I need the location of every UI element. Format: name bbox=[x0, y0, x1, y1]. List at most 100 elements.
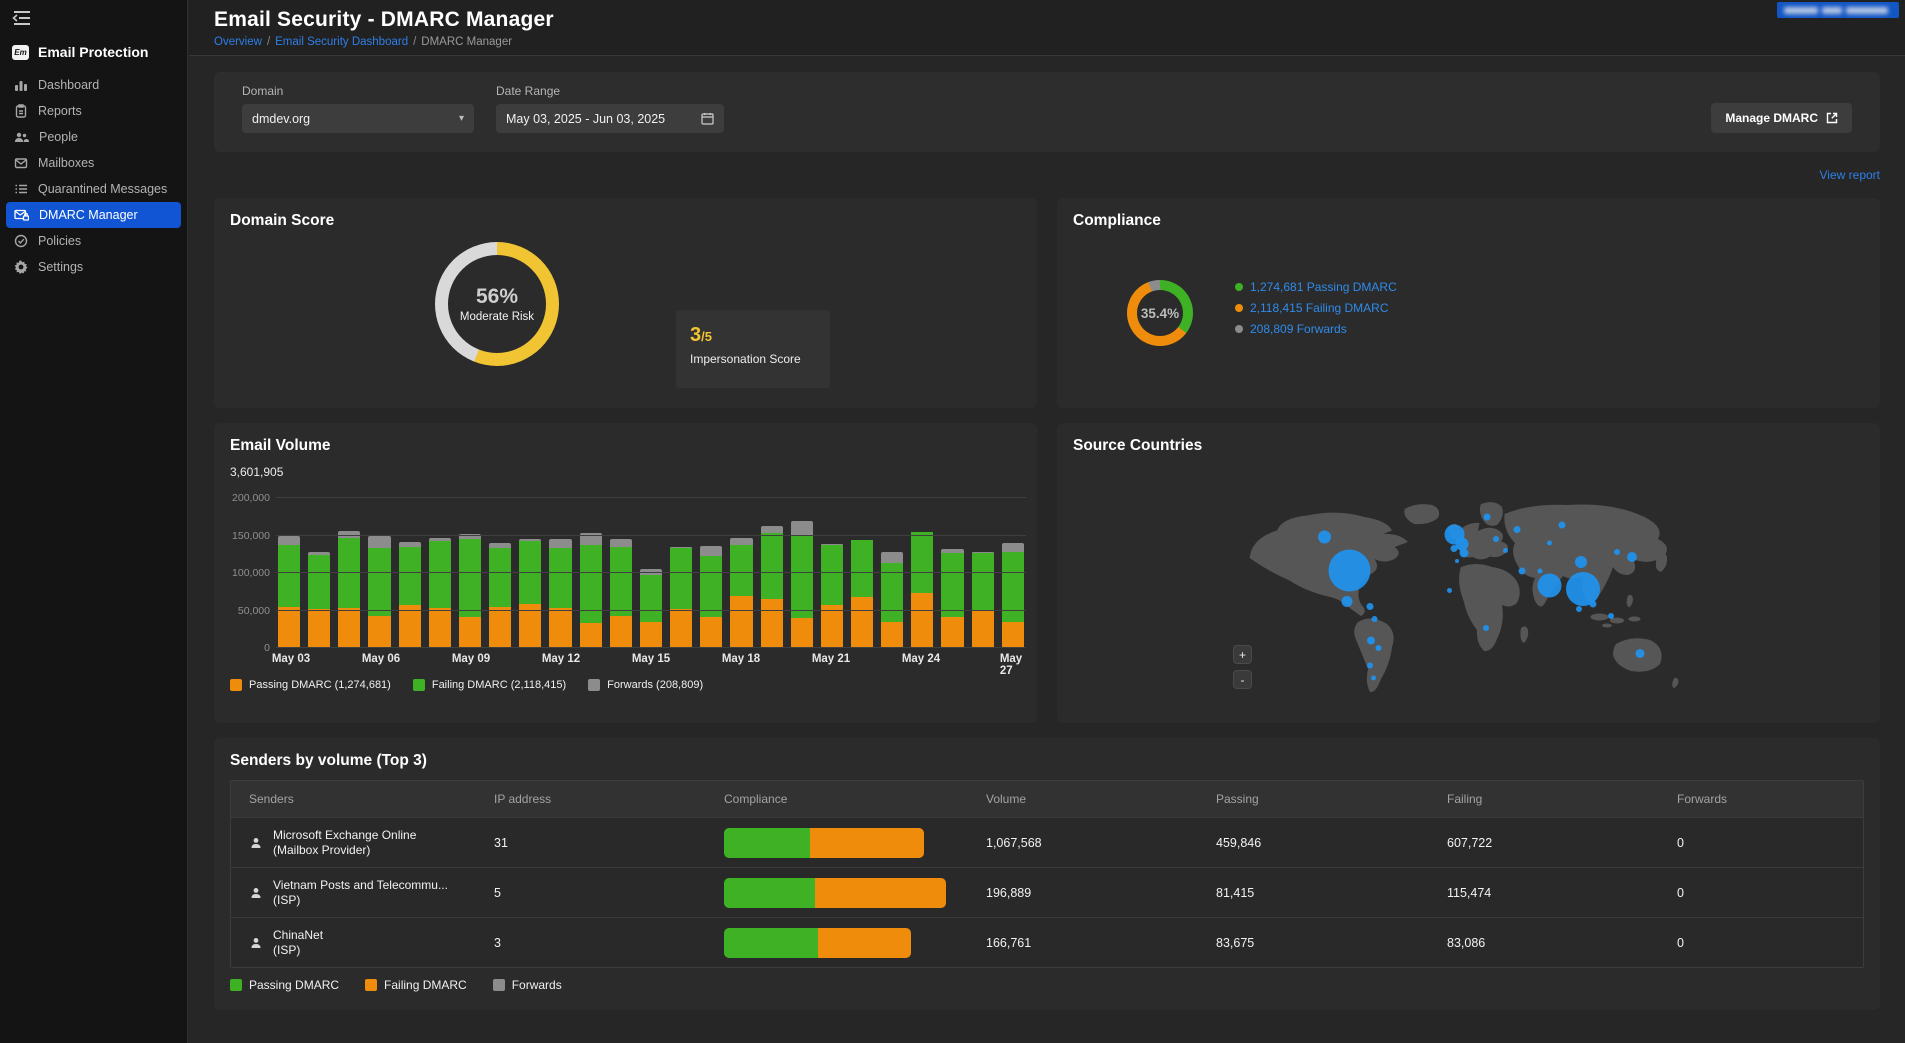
volume-bar[interactable] bbox=[640, 569, 662, 649]
volume-bar[interactable] bbox=[670, 547, 692, 648]
legend-item-forwards[interactable]: 208,809 Forwards bbox=[1235, 322, 1397, 336]
failing-dot-icon bbox=[1235, 304, 1243, 312]
sidebar-item-people[interactable]: People bbox=[6, 124, 181, 150]
volume-bar[interactable] bbox=[761, 526, 783, 648]
country-volume-bubble[interactable] bbox=[1514, 526, 1521, 533]
volume-bar[interactable] bbox=[610, 539, 632, 649]
country-volume-bubble[interactable] bbox=[1538, 574, 1562, 598]
email-volume-total: 3,601,905 bbox=[230, 465, 283, 479]
volume-bar[interactable] bbox=[338, 531, 360, 648]
country-volume-bubble[interactable] bbox=[1614, 549, 1620, 555]
compliance-bar bbox=[724, 828, 924, 858]
volume-bar[interactable] bbox=[700, 546, 722, 648]
map-zoom-out-button[interactable]: - bbox=[1233, 670, 1252, 689]
volume-bar[interactable] bbox=[730, 538, 752, 648]
country-volume-bubble[interactable] bbox=[1519, 568, 1526, 575]
volume-bar[interactable] bbox=[911, 532, 933, 648]
compliance-title: Compliance bbox=[1073, 212, 1161, 230]
volume-bar[interactable] bbox=[580, 533, 602, 649]
sidebar-item-mailboxes[interactable]: Mailboxes bbox=[6, 150, 181, 176]
volume-bar[interactable] bbox=[278, 536, 300, 648]
world-map[interactable] bbox=[1222, 483, 1712, 708]
volume-bar[interactable] bbox=[549, 539, 571, 649]
breadcrumb-email-security-dashboard[interactable]: Email Security Dashboard bbox=[275, 36, 408, 48]
volume-bar[interactable] bbox=[489, 543, 511, 648]
country-volume-bubble[interactable] bbox=[1455, 559, 1459, 563]
account-badge[interactable] bbox=[1777, 2, 1899, 18]
domain-select[interactable]: dmdev.org ▾ bbox=[242, 104, 474, 133]
senders-legend: Passing DMARC Failing DMARC Forwards bbox=[230, 978, 562, 992]
sidebar-item-settings[interactable]: Settings bbox=[6, 254, 181, 280]
view-report-link[interactable]: View report bbox=[1820, 168, 1880, 182]
country-volume-bubble[interactable] bbox=[1559, 522, 1566, 529]
col-volume: Volume bbox=[986, 792, 1216, 806]
page-header: Email Security - DMARC Manager Overview/… bbox=[189, 0, 1905, 56]
table-row[interactable]: ChinaNet (ISP) 3 166,761 83,675 83,086 0 bbox=[231, 917, 1863, 967]
country-volume-bubble[interactable] bbox=[1575, 556, 1587, 568]
mailboxes-icon bbox=[14, 156, 28, 170]
volume-bar[interactable] bbox=[881, 552, 903, 648]
senders-table: Senders IP address Compliance Volume Pas… bbox=[230, 780, 1864, 968]
sidebar-item-dmarc-manager[interactable]: DMARC Manager bbox=[6, 202, 181, 228]
volume-bar[interactable] bbox=[821, 544, 843, 648]
volume-bar[interactable] bbox=[368, 536, 390, 648]
legend-item-forwards: Forwards bbox=[493, 978, 562, 992]
legend-item-failing: Failing DMARC bbox=[365, 978, 467, 992]
sender-ip: 31 bbox=[494, 836, 724, 850]
volume-bar[interactable] bbox=[941, 549, 963, 648]
legend-item-failing[interactable]: 2,118,415 Failing DMARC bbox=[1235, 301, 1397, 315]
volume-bar[interactable] bbox=[791, 521, 813, 648]
sidebar-item-reports[interactable]: Reports bbox=[6, 98, 181, 124]
domain-score-donut-chart: 56% Moderate Risk bbox=[435, 242, 559, 366]
volume-bar[interactable] bbox=[429, 538, 451, 648]
country-volume-bubble[interactable] bbox=[1503, 548, 1508, 553]
country-volume-bubble[interactable] bbox=[1372, 616, 1378, 622]
volume-bar[interactable] bbox=[972, 552, 994, 648]
map-zoom-in-button[interactable]: + bbox=[1233, 645, 1252, 664]
country-volume-bubble[interactable] bbox=[1451, 545, 1458, 552]
country-volume-bubble[interactable] bbox=[1483, 625, 1489, 631]
volume-bar[interactable] bbox=[851, 540, 873, 648]
manage-dmarc-button[interactable]: Manage DMARC bbox=[1711, 103, 1852, 133]
table-row[interactable]: Vietnam Posts and Telecommu... (ISP) 5 1… bbox=[231, 867, 1863, 917]
compliance-card: Compliance 35.4% 1,274,681 Passing DMARC… bbox=[1057, 198, 1880, 408]
date-range-input[interactable]: May 03, 2025 - Jun 03, 2025 bbox=[496, 104, 724, 133]
legend-item-passing[interactable]: 1,274,681 Passing DMARC bbox=[1235, 280, 1397, 294]
country-volume-bubble[interactable] bbox=[1371, 676, 1376, 681]
x-axis-label: May 27 bbox=[1000, 653, 1022, 677]
forwards-dot-icon bbox=[1235, 325, 1243, 333]
country-volume-bubble[interactable] bbox=[1342, 596, 1353, 607]
country-volume-bubble[interactable] bbox=[1493, 536, 1499, 542]
sidebar-item-quarantined-messages[interactable]: Quarantined Messages bbox=[6, 176, 181, 202]
breadcrumb-overview[interactable]: Overview bbox=[214, 36, 262, 48]
collapse-sidebar-icon[interactable] bbox=[12, 10, 34, 28]
country-volume-bubble[interactable] bbox=[1367, 637, 1375, 645]
country-volume-bubble[interactable] bbox=[1367, 603, 1374, 610]
volume-bar[interactable] bbox=[519, 539, 541, 649]
country-volume-bubble[interactable] bbox=[1636, 649, 1645, 658]
volume-bar[interactable] bbox=[1002, 543, 1024, 648]
impersonation-score-box: 3/5 Impersonation Score bbox=[676, 310, 830, 388]
volume-bar[interactable] bbox=[399, 542, 421, 648]
country-volume-bubble[interactable] bbox=[1547, 541, 1552, 546]
country-volume-bubble[interactable] bbox=[1484, 514, 1491, 521]
country-volume-bubble[interactable] bbox=[1447, 588, 1452, 593]
country-volume-bubble[interactable] bbox=[1627, 552, 1637, 562]
volume-bar[interactable] bbox=[459, 534, 481, 648]
country-volume-bubble[interactable] bbox=[1460, 549, 1469, 558]
country-volume-bubble[interactable] bbox=[1367, 663, 1373, 669]
volume-bar[interactable] bbox=[308, 552, 330, 648]
sidebar-item-policies[interactable]: Policies bbox=[6, 228, 181, 254]
sidebar-item-dashboard[interactable]: Dashboard bbox=[6, 72, 181, 98]
table-row[interactable]: Microsoft Exchange Online (Mailbox Provi… bbox=[231, 817, 1863, 867]
country-volume-bubble[interactable] bbox=[1318, 531, 1331, 544]
country-volume-bubble[interactable] bbox=[1608, 613, 1614, 619]
country-volume-bubble[interactable] bbox=[1376, 645, 1382, 651]
country-volume-bubble[interactable] bbox=[1538, 569, 1543, 574]
country-volume-bubble[interactable] bbox=[1576, 606, 1582, 612]
col-senders: Senders bbox=[249, 792, 494, 806]
country-volume-bubble[interactable] bbox=[1590, 601, 1597, 608]
country-volume-bubble[interactable] bbox=[1329, 550, 1371, 592]
country-volume-bubble[interactable] bbox=[1566, 572, 1600, 606]
sender-ip: 3 bbox=[494, 936, 724, 950]
